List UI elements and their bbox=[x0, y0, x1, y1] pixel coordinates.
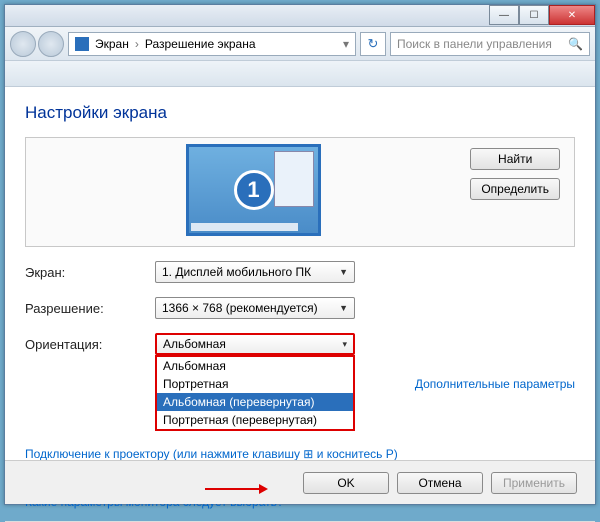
row-screen: Экран: 1. Дисплей мобильного ПК ▼ bbox=[25, 261, 575, 283]
breadcrumb[interactable]: Экран › Разрешение экрана ▾ bbox=[68, 32, 356, 56]
row-orientation: Ориентация: Альбомная ▾ Альбомная Портре… bbox=[25, 333, 575, 355]
chevron-down-icon: ▼ bbox=[339, 267, 348, 277]
address-bar: Экран › Разрешение экрана ▾ ↻ Поиск в па… bbox=[5, 27, 595, 61]
row-resolution: Разрешение: 1366 × 768 (рекомендуется) ▼ bbox=[25, 297, 575, 319]
crumb-resolution[interactable]: Разрешение экрана bbox=[145, 37, 256, 51]
orientation-option-landscape[interactable]: Альбомная bbox=[157, 357, 353, 375]
orientation-dropdown: Альбомная Портретная Альбомная (переверн… bbox=[155, 355, 355, 431]
content-area: Настройки экрана 1 Найти Определить Экра… bbox=[5, 87, 595, 522]
back-button[interactable] bbox=[10, 31, 36, 57]
find-button[interactable]: Найти bbox=[470, 148, 560, 170]
annotation-arrow-icon bbox=[205, 488, 265, 490]
search-input[interactable]: Поиск в панели управления 🔍 bbox=[390, 32, 590, 56]
monitor-preview-inner: 1 bbox=[189, 147, 318, 233]
orientation-option-landscape-flipped[interactable]: Альбомная (перевернутая) bbox=[157, 393, 353, 411]
refresh-button[interactable]: ↻ bbox=[360, 32, 386, 56]
crumb-sep: › bbox=[135, 37, 139, 51]
projector-link[interactable]: Подключение к проектору (или нажмите кла… bbox=[25, 447, 575, 461]
chevron-down-icon: ▼ bbox=[339, 303, 348, 313]
resolution-label: Разрешение: bbox=[25, 301, 155, 316]
page-title: Настройки экрана bbox=[25, 103, 575, 123]
chevron-down-icon[interactable]: ▾ bbox=[343, 37, 349, 51]
screen-value: 1. Дисплей мобильного ПК bbox=[162, 265, 311, 279]
window: — ☐ ✕ Экран › Разрешение экрана ▾ ↻ Поис… bbox=[4, 4, 596, 505]
orientation-combo[interactable]: Альбомная ▾ Альбомная Портретная Альбомн… bbox=[155, 333, 355, 355]
chevron-down-icon: ▾ bbox=[342, 339, 347, 350]
forward-button[interactable] bbox=[38, 31, 64, 57]
orientation-value: Альбомная bbox=[163, 337, 226, 351]
monitor-preview-box: 1 Найти Определить bbox=[25, 137, 575, 247]
preview-taskbar-icon bbox=[191, 223, 298, 231]
cancel-button[interactable]: Отмена bbox=[397, 472, 483, 494]
toolbar bbox=[5, 61, 595, 87]
resolution-value: 1366 × 768 (рекомендуется) bbox=[162, 301, 318, 315]
resolution-combo[interactable]: 1366 × 768 (рекомендуется) ▼ bbox=[155, 297, 355, 319]
search-icon: 🔍 bbox=[568, 37, 583, 51]
screen-label: Экран: bbox=[25, 265, 155, 280]
close-button[interactable]: ✕ bbox=[549, 5, 595, 25]
screen-icon bbox=[75, 37, 89, 51]
monitor-number: 1 bbox=[234, 170, 274, 210]
maximize-button[interactable]: ☐ bbox=[519, 5, 549, 25]
nav-buttons bbox=[10, 31, 64, 57]
crumb-screen[interactable]: Экран bbox=[95, 37, 129, 51]
window-controls: — ☐ ✕ bbox=[489, 5, 595, 25]
screen-combo[interactable]: 1. Дисплей мобильного ПК ▼ bbox=[155, 261, 355, 283]
advanced-settings-link[interactable]: Дополнительные параметры bbox=[415, 377, 575, 391]
ok-button[interactable]: OK bbox=[303, 472, 389, 494]
monitor-buttons: Найти Определить bbox=[470, 148, 560, 200]
bottom-bar: OK Отмена Применить bbox=[5, 460, 595, 504]
orientation-option-portrait[interactable]: Портретная bbox=[157, 375, 353, 393]
preview-window-icon bbox=[274, 151, 314, 207]
orientation-option-portrait-flipped[interactable]: Портретная (перевернутая) bbox=[157, 411, 353, 429]
monitor-preview[interactable]: 1 bbox=[186, 144, 321, 236]
titlebar: — ☐ ✕ bbox=[5, 5, 595, 27]
orientation-label: Ориентация: bbox=[25, 337, 155, 352]
apply-button[interactable]: Применить bbox=[491, 472, 577, 494]
search-placeholder: Поиск в панели управления bbox=[397, 37, 552, 51]
identify-button[interactable]: Определить bbox=[470, 178, 560, 200]
minimize-button[interactable]: — bbox=[489, 5, 519, 25]
